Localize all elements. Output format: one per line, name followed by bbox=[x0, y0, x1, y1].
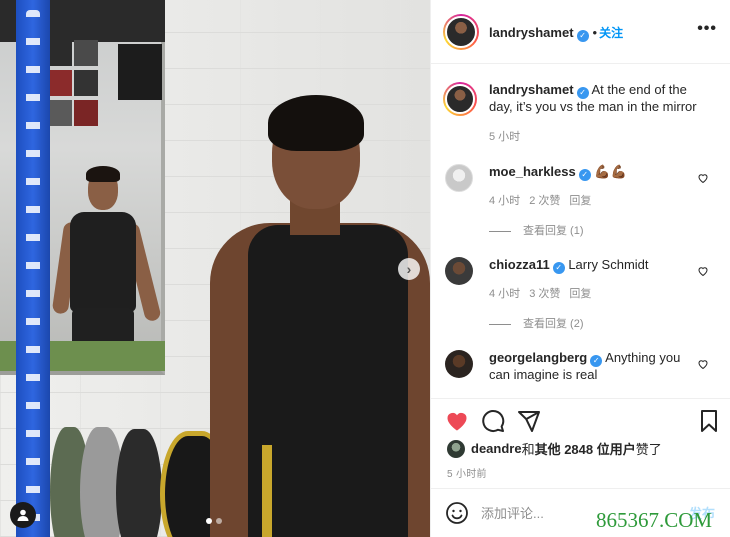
athlete-back-view bbox=[210, 95, 430, 537]
post-photo[interactable]: › bbox=[0, 0, 430, 537]
mirror-reflection bbox=[51, 166, 162, 370]
carousel-dot bbox=[216, 518, 222, 524]
avatar[interactable] bbox=[443, 14, 479, 50]
post-actions: deandre 和 其他 2848 位用户 赞了 5 小时前 bbox=[431, 398, 730, 488]
comments-list[interactable]: landryshamet ✓ At the end of the day, it’… bbox=[431, 64, 730, 398]
avatar-image bbox=[445, 16, 477, 48]
comment-text: georgelangberg ✓ Anything you can imagine… bbox=[489, 350, 699, 383]
comment-like-heart-icon[interactable] bbox=[697, 358, 709, 370]
header-username[interactable]: landryshamet bbox=[489, 25, 574, 40]
site-watermark: 865367.COM bbox=[596, 508, 713, 532]
verified-icon: ✓ bbox=[576, 87, 589, 99]
likes-joiner: 和 bbox=[521, 442, 535, 457]
post-header: landryshamet ✓ • 关注 ••• bbox=[431, 0, 730, 64]
verified-icon: ✓ bbox=[590, 355, 603, 367]
avatar bbox=[447, 439, 465, 458]
comment-time: 4 小时 bbox=[489, 288, 521, 300]
plate bbox=[116, 429, 162, 537]
comment-username[interactable]: georgelangberg bbox=[489, 350, 587, 365]
more-options-button[interactable]: ••• bbox=[697, 20, 717, 38]
view-replies-button[interactable]: 查看回复 (1) bbox=[489, 222, 584, 238]
emoji-icon[interactable] bbox=[445, 501, 469, 525]
comment-like-heart-icon[interactable] bbox=[697, 265, 709, 277]
verified-icon: ✓ bbox=[576, 30, 589, 42]
user-tag-glyph bbox=[17, 509, 29, 521]
reply-button[interactable]: 回复 bbox=[569, 195, 591, 207]
comment-meta: 4 小时 3 次赞 回复 bbox=[489, 285, 600, 301]
caption-meta: 5 小时 bbox=[489, 128, 529, 144]
p-tank bbox=[248, 225, 408, 537]
chevron-right-icon[interactable]: › bbox=[398, 258, 420, 280]
heart-icon[interactable] bbox=[445, 409, 469, 433]
likes-suffix: 赞了 bbox=[635, 442, 662, 457]
view-replies-label: 查看回复 (2) bbox=[523, 318, 584, 330]
mirror-tv bbox=[118, 44, 162, 100]
likes-summary[interactable]: deandre 和 其他 2848 位用户 赞了 bbox=[447, 439, 662, 458]
avatar[interactable] bbox=[443, 82, 477, 116]
ref-hair bbox=[86, 166, 120, 182]
view-replies-line bbox=[489, 230, 511, 232]
avatar[interactable] bbox=[445, 350, 473, 378]
post-timestamp: 5 小时前 bbox=[447, 469, 487, 480]
reply-button[interactable]: 回复 bbox=[569, 288, 591, 300]
caption-username[interactable]: landryshamet bbox=[489, 82, 574, 97]
carousel-dots bbox=[206, 518, 222, 524]
user-tag-icon[interactable] bbox=[10, 502, 36, 528]
comment-username[interactable]: chiozza11 bbox=[489, 257, 550, 272]
share-icon[interactable] bbox=[517, 409, 541, 433]
likes-first-user[interactable]: deandre bbox=[471, 441, 522, 456]
header-separator: • bbox=[592, 25, 598, 40]
comment-body: Larry Schmidt bbox=[568, 257, 649, 272]
follow-button[interactable]: 关注 bbox=[599, 26, 623, 40]
likes-others[interactable]: 其他 2848 位用户 bbox=[535, 439, 636, 458]
comment-text: moe_harkless ✓ 💪🏾💪🏾 bbox=[489, 164, 699, 181]
mirror-posters bbox=[48, 40, 100, 128]
p-hair bbox=[268, 95, 364, 151]
comment-icon[interactable] bbox=[481, 409, 505, 433]
ref-body bbox=[70, 212, 136, 312]
comment-likes[interactable]: 2 次赞 bbox=[529, 195, 560, 207]
instagram-post-viewer: › landryshamet ✓ • 关注 ••• landryshamet ✓ At … bbox=[0, 0, 730, 537]
comment-like-heart-icon[interactable] bbox=[697, 172, 709, 184]
comment-meta: 4 小时 2 次赞 回复 bbox=[489, 192, 600, 208]
comment-body: 💪🏾💪🏾 bbox=[594, 164, 627, 179]
post-side-panel: landryshamet ✓ • 关注 ••• landryshamet ✓ At th… bbox=[430, 0, 730, 537]
comment-username[interactable]: moe_harkless bbox=[489, 164, 576, 179]
view-replies-label: 查看回复 (1) bbox=[523, 225, 584, 237]
view-replies-button[interactable]: 查看回复 (2) bbox=[489, 315, 584, 331]
avatar-image bbox=[445, 84, 475, 114]
caption-text: landryshamet ✓ At the end of the day, it’… bbox=[489, 82, 699, 115]
carousel-dot-active bbox=[206, 518, 212, 524]
view-replies-line bbox=[489, 323, 511, 325]
avatar[interactable] bbox=[445, 257, 473, 285]
avatar[interactable] bbox=[445, 164, 473, 192]
comment-likes[interactable]: 3 次赞 bbox=[529, 288, 560, 300]
verified-icon: ✓ bbox=[552, 262, 565, 274]
p-stripe bbox=[262, 445, 272, 537]
comment-text: chiozza11 ✓ Larry Schmidt bbox=[489, 257, 699, 274]
comment-time: 4 小时 bbox=[489, 195, 521, 207]
bookmark-icon[interactable] bbox=[697, 409, 721, 433]
header-user: landryshamet ✓ • 关注 bbox=[489, 24, 623, 42]
caption-time: 5 小时 bbox=[489, 131, 521, 143]
verified-icon: ✓ bbox=[578, 169, 591, 181]
